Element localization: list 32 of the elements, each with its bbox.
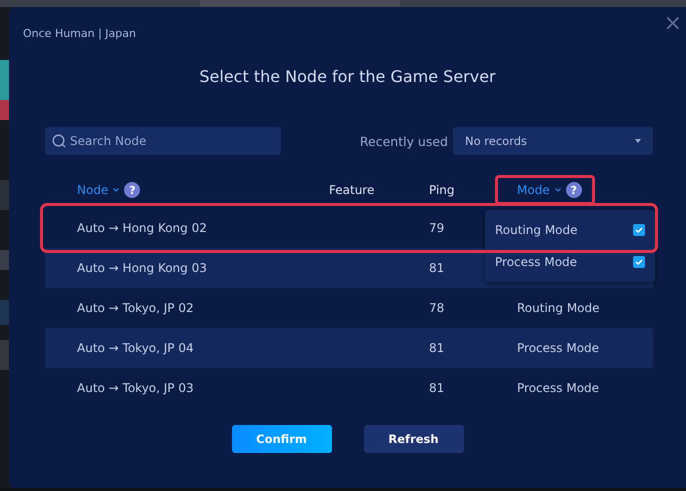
mode-cell-text: Routing Mode [517, 301, 601, 315]
node-cell[interactable]: Auto → Tokyo, JP 03 [45, 381, 329, 395]
column-header: Feature [329, 183, 374, 197]
ping-cell-text: 78 [429, 301, 446, 315]
window-title: Once Human | Japan [23, 26, 136, 42]
menu-item[interactable]: Process Mode [495, 255, 578, 269]
recent-label: Recently used [360, 134, 448, 148]
help-icon[interactable]: ? [566, 182, 582, 198]
column-header[interactable]: Node [77, 183, 108, 197]
node-cell[interactable]: Auto → Hong Kong 03 [45, 261, 329, 275]
dialog-heading: Select the Node for the Game Server [199, 66, 496, 88]
node-cell[interactable]: Auto → Tokyo, JP 04 [45, 341, 329, 355]
caret-icon [554, 188, 561, 192]
refresh-button[interactable]: Refresh [364, 425, 464, 453]
check-icon [634, 225, 644, 235]
caret-icon [635, 139, 641, 143]
column-header: Ping [429, 183, 455, 197]
mode-cell-text: Process Mode [517, 341, 600, 355]
caret-icon [113, 188, 120, 192]
ping-cell-text: 81 [429, 341, 446, 355]
mode-cell-text: Process Mode [517, 381, 600, 395]
column-header[interactable]: Mode [517, 183, 550, 197]
menu-item[interactable]: Routing Mode [495, 223, 578, 237]
recent-dropdown[interactable]: No records [453, 127, 653, 155]
help-icon[interactable]: ? [124, 182, 140, 198]
checkbox[interactable] [633, 224, 645, 236]
node-cell[interactable]: Auto → Hong Kong 02 [45, 221, 329, 235]
node-cell[interactable]: Auto → Tokyo, JP 02 [45, 301, 329, 315]
ping-cell-text: 81 [429, 381, 446, 395]
search-field[interactable]: Search Node [45, 127, 281, 155]
check-icon [634, 257, 644, 267]
checkbox[interactable] [633, 256, 645, 268]
